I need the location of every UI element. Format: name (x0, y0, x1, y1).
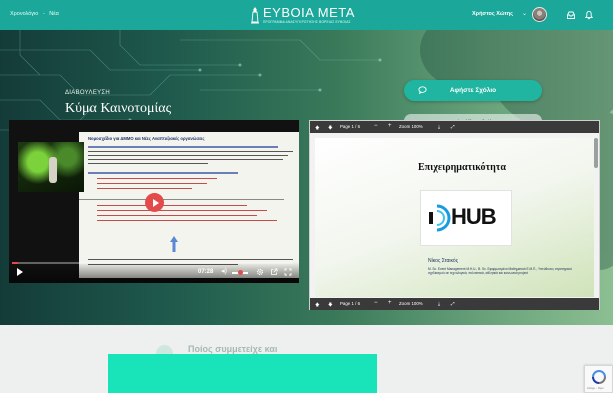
site-logo[interactable]: ΕΥΒΟΙΑ ΜΕΤΑ ΠΡΟΓΡΑΜΜΑ ΑΝΑΣΥΓΚΡΟΤΗΣΗΣ ΒΟΡ… (250, 4, 360, 26)
logo-title: ΕΥΒΟΙΑ ΜΕΤΑ (263, 4, 355, 20)
video-slide: Νομοσχέδιο για ΔΜΜΟ και Νέες Αναπτυξιακέ… (79, 132, 299, 278)
pdf-zoom-level: Zoom 100% (399, 124, 423, 129)
download-icon[interactable]: ⤓ (438, 301, 440, 306)
pdf-toolbar-top: 🡅 🡇 Page 1 / 6 − + Zoom 100% ⤓ ⤢ (310, 121, 599, 133)
fullscreen-icon[interactable]: ⤢ (451, 124, 455, 129)
pdf-zoom-level: Zoom 100% (399, 301, 423, 306)
recaptcha-badge[interactable]: Απόρρ. - Όροι (584, 365, 613, 393)
fullscreen-icon[interactable]: ⤢ (451, 301, 455, 306)
pdf-scrollbar[interactable] (594, 138, 598, 168)
page-title: Κύμα Καινοτομίας (65, 101, 172, 116)
zoom-in-icon[interactable]: + (388, 123, 392, 129)
comment-card (108, 354, 377, 393)
pdf-author-details: M. Sc. Event Management M.H.U., B. Sc. Ε… (428, 267, 573, 276)
lighthouse-icon (251, 7, 259, 24)
play-icon[interactable] (17, 268, 23, 276)
settings-icon[interactable] (256, 268, 264, 276)
speaker-video-thumbnail (18, 142, 84, 192)
recaptcha-links[interactable]: Απόρρ. - Όροι (587, 387, 603, 390)
arrow-down-icon[interactable]: 🡇 (328, 301, 333, 309)
bell-icon[interactable] (584, 10, 594, 20)
comment-icon (418, 86, 427, 94)
play-overlay-button[interactable] (145, 193, 164, 212)
breadcrumb: Χρονολόγιο - Νέα (10, 11, 62, 17)
zoom-in-icon[interactable]: + (388, 300, 392, 306)
pdf-toolbar-bottom: 🡅 🡇 Page 1 / 6 − + Zoom 100% ⤓ ⤢ (310, 298, 599, 310)
section-label: ΔΙΑΒΟΥΛΕΥΣΗ (65, 90, 111, 96)
breadcrumb-timeline[interactable]: Χρονολόγιο (10, 11, 38, 17)
page: Χρονολόγιο - Νέα ΕΥΒΟΙΑ ΜΕΤΑ ΠΡΟΓΡΑΜΜΑ Α… (0, 0, 613, 393)
arrow-up-icon (170, 236, 178, 252)
volume-icon[interactable]: ◂) (220, 268, 228, 276)
logo-subtitle: ΠΡΟΓΡΑΜΜΑ ΑΝΑΣΥΓΚΡΟΤΗΣΗΣ ΒΟΡΕΙΑΣ ΕΥΒΟΙΑΣ (263, 19, 351, 24)
video-time: 07:28 (198, 269, 214, 275)
leave-comment-label: Αφήστε Σχόλιο (449, 87, 497, 94)
user-name[interactable]: Χρήστος Χώτης (472, 11, 513, 17)
pdf-slide-title: Επιχειρηματικότητα (418, 162, 506, 173)
video-slide-title: Νομοσχέδιο για ΔΜΜΟ και Νέες Αναπτυξιακέ… (88, 136, 205, 141)
zoom-out-icon[interactable]: − (374, 123, 378, 129)
arrow-down-icon[interactable]: 🡇 (328, 124, 333, 132)
dhub-logo: HUB (420, 190, 512, 246)
top-navigation-bar: Χρονολόγιο - Νέα ΕΥΒΟΙΑ ΜΕΤΑ ΠΡΟΓΡΑΜΜΑ Α… (0, 0, 613, 30)
dhub-circle-logo (429, 204, 451, 232)
dhub-logo-text: HUB (451, 204, 497, 229)
download-icon[interactable]: ⤓ (438, 124, 440, 129)
pdf-viewer: 🡅 🡇 Page 1 / 6 − + Zoom 100% ⤓ ⤢ Επιχειρ… (309, 120, 600, 310)
pdf-page: Επιχειρηματικότητα HUB Νίκος Σταικός M. … (315, 138, 594, 297)
pdf-page-indicator: Page 1 / 6 (340, 124, 361, 129)
pdf-author: Νίκος Σταικός (428, 258, 459, 264)
external-link-icon[interactable] (270, 268, 278, 276)
leave-comment-button[interactable]: Αφήστε Σχόλιο (404, 80, 542, 101)
breadcrumb-news[interactable]: Νέα (49, 11, 59, 17)
recaptcha-icon (592, 370, 606, 384)
volume-slider[interactable] (232, 270, 248, 275)
pdf-page-indicator: Page 1 / 6 (340, 301, 361, 306)
video-progress-fill (12, 262, 18, 264)
chevron-down-icon[interactable]: ⌄ (522, 10, 527, 17)
arrow-up-icon[interactable]: 🡅 (315, 301, 320, 309)
video-progress-bar[interactable] (12, 262, 293, 264)
fullscreen-icon[interactable] (284, 268, 292, 276)
arrow-up-icon[interactable]: 🡅 (315, 124, 320, 132)
avatar[interactable] (532, 7, 547, 22)
zoom-out-icon[interactable]: − (374, 300, 378, 306)
inbox-icon[interactable] (566, 10, 576, 20)
participants-heading: Ποίος συμμετείχε και (188, 344, 278, 354)
breadcrumb-separator: - (42, 11, 45, 17)
